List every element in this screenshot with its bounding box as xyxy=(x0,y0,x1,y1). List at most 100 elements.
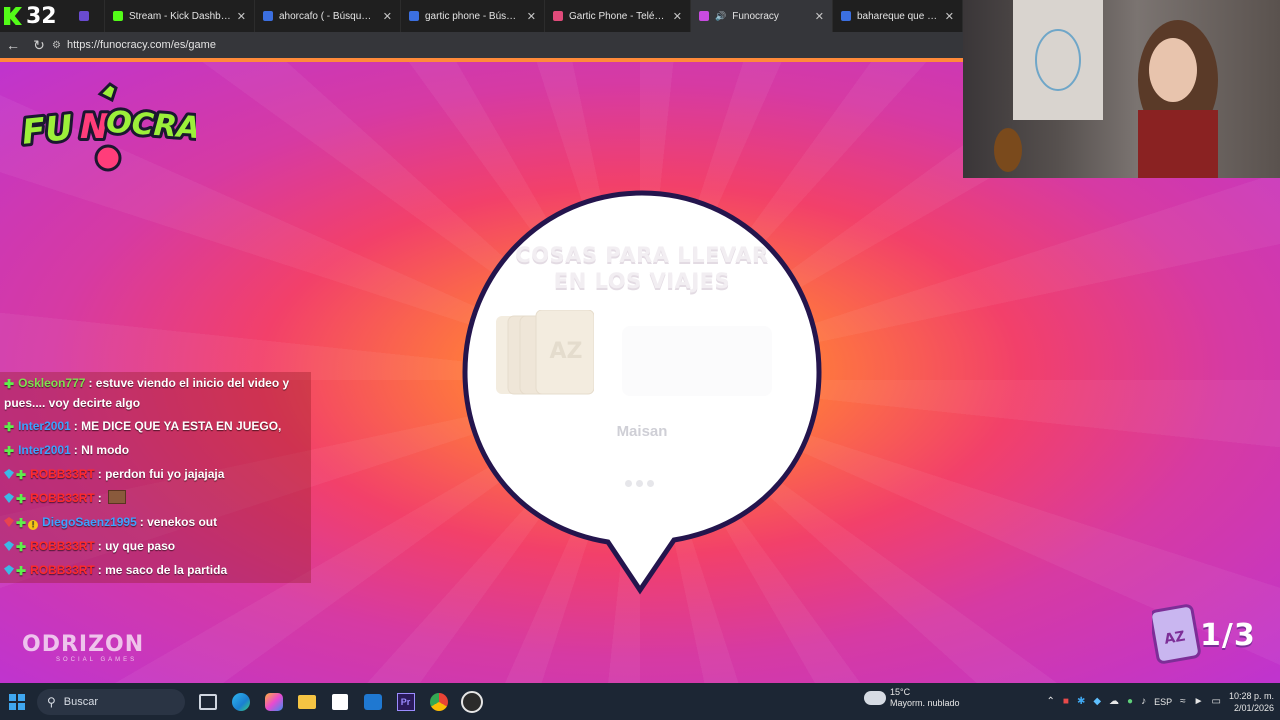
taskbar-search[interactable]: ⚲ Buscar xyxy=(37,688,185,715)
cloud-icon xyxy=(864,691,886,705)
outlook-icon[interactable] xyxy=(356,683,389,720)
tab-favicon-icon xyxy=(263,11,273,21)
prompt-title-line1: COSAS PARA LLEVAR xyxy=(515,243,769,267)
browser-tab[interactable]: gartic phone - Búsqueda ✕ xyxy=(401,0,545,32)
tab-title: gartic phone - Búsqueda xyxy=(425,10,521,22)
speaker-icon[interactable]: 🔊 xyxy=(715,11,726,22)
address-bar: ← ↻ ⚙ https://funocracy.com/es/game xyxy=(0,32,963,58)
gem-badge-icon xyxy=(4,493,14,503)
system-tray: ⌃ ■ ✱ ◆ ☁ ● ♪ ESP ≈ ► ▭ 10:28 p. m. 2/01… xyxy=(1047,683,1274,720)
browser-tab[interactable] xyxy=(71,0,105,32)
wifi-icon[interactable]: ≈ xyxy=(1180,696,1186,707)
chat-text: : NI modo xyxy=(73,443,130,457)
weather-temp: 15°C xyxy=(890,687,911,697)
back-arrow-icon[interactable]: ← xyxy=(0,37,26,53)
defender-icon[interactable]: ◆ xyxy=(1093,696,1101,707)
weather-description: Mayorm. nublado xyxy=(890,698,960,708)
chrome-icon[interactable] xyxy=(422,683,455,720)
chat-emote-icon xyxy=(107,490,126,504)
microphone-icon[interactable]: ♪ xyxy=(1141,696,1146,707)
browser-tab[interactable]: bahareque que es - Búsq ✕ xyxy=(833,0,963,32)
volume-icon[interactable]: ► xyxy=(1194,696,1204,707)
prompt-bubble: COSAS PARA LLEVAR EN LOS VIAJES AZ Maisa… xyxy=(462,190,822,595)
clock-date: 2/01/2026 xyxy=(1233,702,1274,713)
svg-text:AZ: AZ xyxy=(550,339,583,364)
chat-message: ✚ ROBB33RT: me saco de la partida xyxy=(0,559,311,583)
chat-badges: ✚ xyxy=(4,489,28,509)
watermark-brand: ODRIZON xyxy=(22,632,145,657)
browser-tab-strip: 32 Stream - Kick Dashboard ✕ ahorcafo ( - … xyxy=(0,0,963,32)
kick-logo-icon xyxy=(4,7,22,25)
close-tab-icon[interactable]: ✕ xyxy=(815,10,824,23)
site-info-icon[interactable]: ⚙ xyxy=(52,40,61,51)
prompt-title-line2: EN LOS VIAJES xyxy=(553,269,731,293)
chat-username[interactable]: ROBB33RT xyxy=(30,563,95,577)
shield-icon[interactable]: ■ xyxy=(1063,696,1069,707)
system-clock[interactable]: 10:28 p. m. 2/01/2026 xyxy=(1229,690,1274,714)
close-tab-icon[interactable]: ✕ xyxy=(383,10,392,23)
close-tab-icon[interactable]: ✕ xyxy=(237,10,246,23)
tab-list: Stream - Kick Dashboard ✕ ahorcafo ( - Bús… xyxy=(71,0,963,32)
app-tray-icon[interactable]: ● xyxy=(1127,696,1133,707)
clock-time: 10:28 p. m. xyxy=(1228,690,1274,701)
edge-icon[interactable] xyxy=(224,683,257,720)
stream-chat-overlay: ✚ Oskleon777: estuve viendo el inicio del… xyxy=(0,372,311,583)
subscriber-badge-icon: ✚ xyxy=(16,492,27,506)
close-tab-icon[interactable]: ✕ xyxy=(673,10,682,23)
chat-badges: ✚ xyxy=(4,441,16,461)
funocracy-logo: FU N OCRACY xyxy=(20,82,196,172)
tab-title: Gartic Phone - Teléfono D xyxy=(569,10,667,22)
copilot-icon[interactable] xyxy=(257,683,290,720)
subscriber-badge-icon: ✚ xyxy=(4,444,15,458)
chat-text: : uy que paso xyxy=(97,539,176,553)
chat-badges: ✚ xyxy=(4,374,16,394)
chat-message: ✚ Oskleon777: estuve viendo el inicio del… xyxy=(0,372,311,415)
chat-message: ✚ ROBB33RT: perdon fui yo jajajaja xyxy=(0,463,311,487)
reload-icon[interactable]: ↻ xyxy=(26,37,52,54)
chat-username[interactable]: ROBB33RT xyxy=(30,467,95,481)
battery-icon[interactable]: ▭ xyxy=(1212,696,1221,707)
browser-tab[interactable]: Gartic Phone - Teléfono D ✕ xyxy=(545,0,691,32)
language-indicator[interactable]: ESP xyxy=(1154,697,1172,707)
chat-message: ✚! DiegoSaenz1995: venekos out xyxy=(0,511,311,535)
chat-badges: ✚! xyxy=(4,513,40,533)
obs-icon[interactable] xyxy=(455,683,488,720)
tab-favicon-icon xyxy=(409,11,419,21)
gem-badge-icon xyxy=(4,565,14,575)
chat-text: : xyxy=(97,491,102,505)
task-view-icon[interactable] xyxy=(191,683,224,720)
chevron-up-icon[interactable]: ⌃ xyxy=(1047,696,1055,707)
chat-username[interactable]: ROBB33RT xyxy=(30,539,95,553)
search-label: Buscar xyxy=(63,695,99,708)
windows-taskbar: ⚲ Buscar Pr 15°C Mayorm. nublado ⌃ ■ ✱ ◆… xyxy=(0,683,1280,720)
bluetooth-icon[interactable]: ✱ xyxy=(1077,696,1085,707)
store-icon[interactable] xyxy=(323,683,356,720)
tab-favicon-icon xyxy=(79,11,89,21)
close-tab-icon[interactable]: ✕ xyxy=(945,10,954,23)
browser-tab[interactable]: Stream - Kick Dashboard ✕ xyxy=(105,0,255,32)
onedrive-icon[interactable]: ☁ xyxy=(1109,696,1119,707)
svg-text:FU: FU xyxy=(20,108,75,153)
kick-count: 32 xyxy=(26,3,57,29)
subscriber-badge-icon: ✚ xyxy=(16,468,27,482)
windows-start-icon[interactable] xyxy=(0,683,33,720)
tab-favicon-icon xyxy=(841,11,851,21)
chat-username[interactable]: Oskleon777 xyxy=(18,376,85,390)
url-field[interactable]: https://funocracy.com/es/game xyxy=(67,39,216,51)
chat-username[interactable]: ROBB33RT xyxy=(30,491,95,505)
close-tab-icon[interactable]: ✕ xyxy=(527,10,536,23)
chat-text: : ME DICE QUE YA ESTA EN JUEGO, xyxy=(73,419,282,433)
chat-badges: ✚ xyxy=(4,465,28,485)
browser-tab[interactable]: ahorcafo ( - Búsqueda ✕ xyxy=(255,0,401,32)
file-explorer-icon[interactable] xyxy=(290,683,323,720)
tab-title: Funocracy xyxy=(732,10,779,22)
chat-username[interactable]: DiegoSaenz1995 xyxy=(42,515,137,529)
chat-username[interactable]: Inter2001 xyxy=(18,419,71,433)
gem-badge-icon xyxy=(4,517,14,527)
answers-placeholder xyxy=(622,326,772,396)
weather-widget[interactable]: 15°C Mayorm. nublado xyxy=(864,687,960,709)
premiere-icon[interactable]: Pr xyxy=(389,683,422,720)
current-player-name: Maisan xyxy=(616,423,668,440)
browser-tab[interactable]: 🔊 Funocracy ✕ xyxy=(691,0,833,32)
chat-username[interactable]: Inter2001 xyxy=(18,443,71,457)
